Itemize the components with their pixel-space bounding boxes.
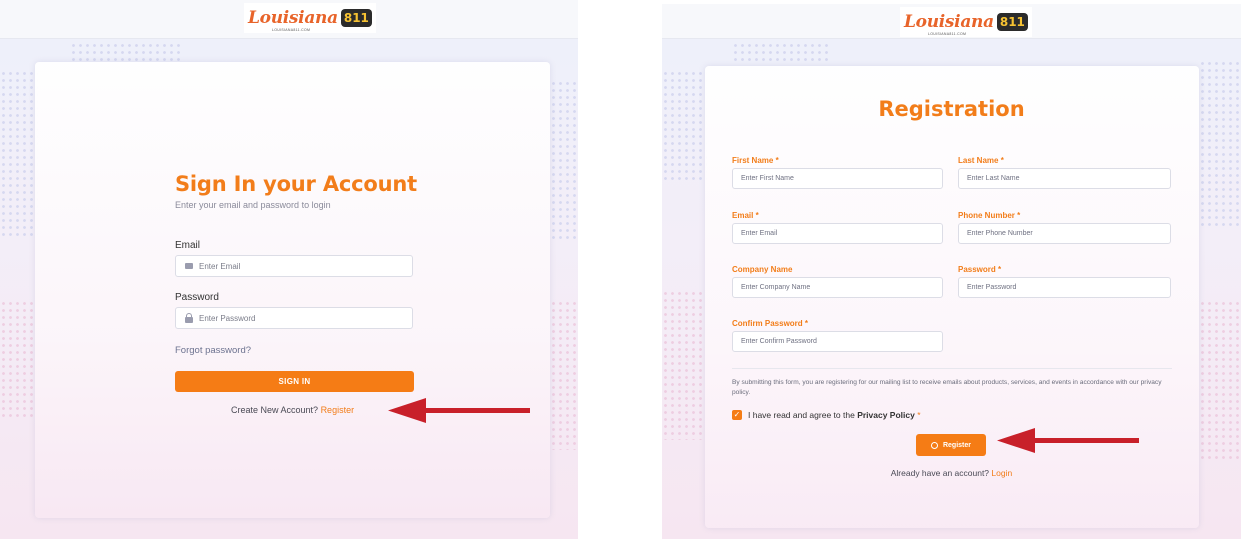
last-name-input[interactable]: Enter Last Name: [958, 168, 1171, 189]
arrow-shaft: [422, 408, 530, 413]
dot-map-decoration: [662, 70, 707, 180]
page-subtitle: Enter your email and password to login: [175, 200, 331, 210]
required-marker: *: [917, 410, 921, 420]
phone-number-input[interactable]: Enter Phone Number: [958, 223, 1171, 244]
agree-text: I have read and agree to the: [748, 410, 855, 420]
email-label-text: Email: [732, 211, 754, 220]
company-label-text: Company Name: [732, 265, 793, 274]
mail-icon: [185, 263, 193, 269]
top-bar: Louisiana 811 LOUISIANA811.COM: [662, 4, 1241, 39]
phone-label-text: Phone Number: [958, 211, 1015, 220]
email-input[interactable]: Enter Email: [732, 223, 943, 244]
louisiana-811-logo[interactable]: Louisiana 811 LOUISIANA811.COM: [900, 7, 1032, 37]
privacy-policy-link[interactable]: Privacy Policy: [857, 410, 915, 420]
confirm-password-input[interactable]: Enter Confirm Password: [732, 331, 943, 352]
dot-map-decoration: [70, 42, 180, 62]
arrow-head: [997, 428, 1035, 453]
required-marker: *: [1017, 211, 1021, 220]
required-marker: *: [998, 265, 1002, 274]
login-link[interactable]: Login: [991, 468, 1012, 478]
required-marker: *: [804, 319, 809, 328]
red-arrow-annotation: [388, 398, 530, 423]
first-name-input[interactable]: Enter First Name: [732, 168, 943, 189]
register-button-label: Register: [942, 441, 971, 449]
registration-screenshot: Louisiana 811 LOUISIANA811.COM Registrat…: [662, 0, 1241, 539]
email-placeholder: Enter Email: [199, 261, 241, 271]
red-arrow-annotation: [997, 428, 1139, 453]
email-input[interactable]: Enter Email: [175, 255, 413, 277]
dot-map-decoration: [0, 70, 38, 240]
company-name-input[interactable]: Enter Company Name: [732, 277, 943, 298]
dot-map-decoration: [1199, 60, 1241, 230]
signin-screenshot: Louisiana 811 LOUISIANA811.COM Sign In y…: [0, 0, 578, 539]
forgot-password-link[interactable]: Forgot password?: [175, 345, 251, 356]
confirm-password-label-text: Confirm Password: [732, 319, 803, 328]
dot-map-decoration: [662, 290, 705, 440]
register-link[interactable]: Register: [321, 405, 355, 415]
lock-icon: [185, 312, 193, 323]
password-placeholder: Enter Password: [199, 313, 256, 323]
dot-map-decoration: [1199, 300, 1241, 460]
page-title: Registration: [878, 97, 1025, 121]
required-marker: *: [1000, 156, 1004, 165]
privacy-notice: By submitting this form, you are registe…: [732, 379, 1162, 396]
page-title: Sign In your Account: [175, 172, 417, 196]
dot-map-decoration: [550, 300, 578, 450]
password-label-text: Password: [958, 265, 996, 274]
first-name-label: First Name *: [732, 156, 779, 165]
logo-badge: 811: [996, 13, 1028, 31]
email-label: Email: [175, 240, 201, 251]
password-label: Password *: [958, 265, 1001, 274]
check-circle-icon: [930, 441, 938, 449]
dot-map-decoration: [732, 42, 832, 64]
first-name-label-text: First Name: [732, 156, 774, 165]
signin-card: [35, 62, 550, 518]
dot-map-decoration: [550, 80, 578, 240]
phone-number-label: Phone Number *: [958, 211, 1020, 220]
already-account-text: Already have an account?: [890, 468, 990, 478]
required-marker: *: [755, 211, 759, 220]
create-account-text: Create New Account?: [231, 405, 319, 415]
logo-text: Louisiana: [904, 12, 994, 32]
agree-checkbox[interactable]: ✓: [732, 410, 742, 420]
privacy-agree-row: ✓ I have read and agree to the Privacy P…: [732, 410, 921, 420]
email-label: Email *: [732, 211, 759, 220]
arrow-shaft: [1031, 438, 1139, 443]
required-marker: *: [775, 156, 779, 165]
logo-text: Louisiana: [248, 8, 338, 28]
last-name-label: Last Name *: [958, 156, 1004, 165]
already-account-line: Already have an account? Login: [662, 468, 1241, 478]
logo-subtext: LOUISIANA811.COM: [928, 32, 967, 36]
logo-badge: 811: [340, 9, 372, 27]
top-bar: Louisiana 811 LOUISIANA811.COM: [0, 0, 578, 39]
password-input[interactable]: Enter Password: [958, 277, 1171, 298]
confirm-password-label: Confirm Password *: [732, 319, 808, 328]
signin-button[interactable]: SIGN IN: [175, 371, 414, 392]
form-divider: [732, 368, 1172, 369]
arrow-head: [388, 398, 426, 423]
register-button[interactable]: Register: [916, 434, 986, 456]
last-name-label-text: Last Name: [958, 156, 999, 165]
password-label: Password: [175, 292, 219, 303]
logo-subtext: LOUISIANA811.COM: [272, 28, 311, 32]
louisiana-811-logo[interactable]: Louisiana 811 LOUISIANA811.COM: [244, 3, 376, 33]
create-account-line: Create New Account? Register: [231, 405, 354, 415]
dot-map-decoration: [0, 300, 35, 420]
company-name-label: Company Name: [732, 265, 792, 274]
password-input[interactable]: Enter Password: [175, 307, 413, 329]
